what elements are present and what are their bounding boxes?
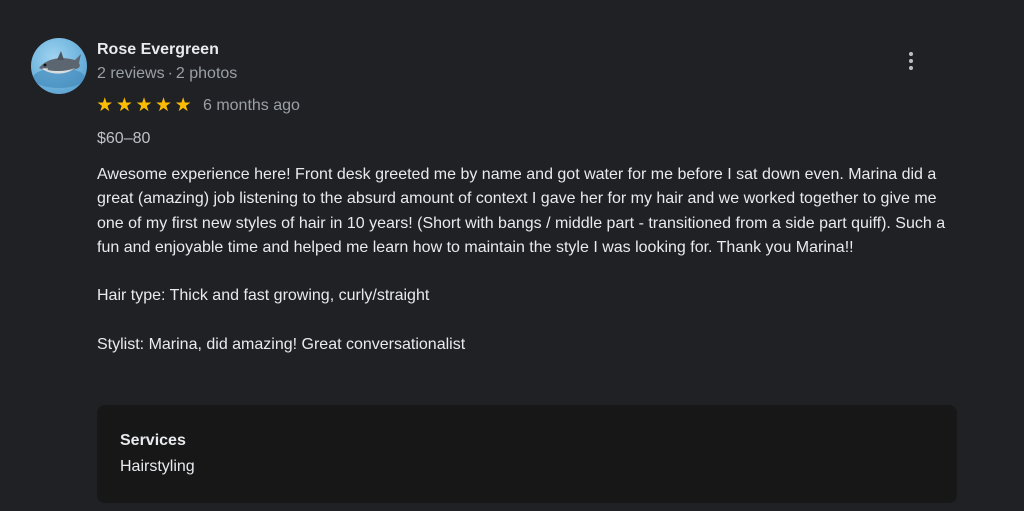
shark-avatar-icon	[33, 51, 85, 88]
author-name[interactable]: Rose Evergreen	[97, 41, 219, 59]
author-avatar[interactable]	[31, 38, 87, 94]
services-title: Services	[120, 432, 186, 449]
meta-separator: ·	[167, 65, 173, 82]
review-date: 6 months ago	[202, 97, 300, 114]
star-icon: ★	[174, 95, 192, 116]
star-icon: ★	[115, 95, 133, 116]
services-card: Services Hairstyling	[97, 405, 957, 503]
review-text: Awesome experience here! Front desk gree…	[97, 163, 957, 382]
review-paragraph: Hair type: Thick and fast growing, curly…	[97, 287, 430, 305]
price-range: $60–80	[97, 130, 151, 147]
star-rating: ★ ★ ★ ★ ★	[96, 96, 192, 116]
review-paragraph: Stylist: Marina, did amazing! Great conv…	[97, 336, 466, 354]
more-options-button[interactable]	[896, 46, 926, 76]
star-icon: ★	[96, 95, 114, 116]
review-card: Rose Evergreen 2 reviews · 2 photos ★ ★ ★ ★ ★ …	[0, 0, 1024, 511]
photos-count: 2 photos	[175, 65, 238, 82]
author-meta: 2 reviews · 2 photos	[97, 65, 237, 83]
more-vertical-icon	[909, 52, 913, 56]
star-icon: ★	[155, 95, 173, 116]
reviews-count: 2 reviews	[97, 65, 165, 82]
rating-row: ★ ★ ★ ★ ★ 6 months ago	[96, 96, 300, 116]
star-icon: ★	[135, 95, 153, 116]
services-value: Hairstyling	[120, 458, 195, 475]
review-paragraph: Awesome experience here! Front desk gree…	[97, 166, 946, 256]
